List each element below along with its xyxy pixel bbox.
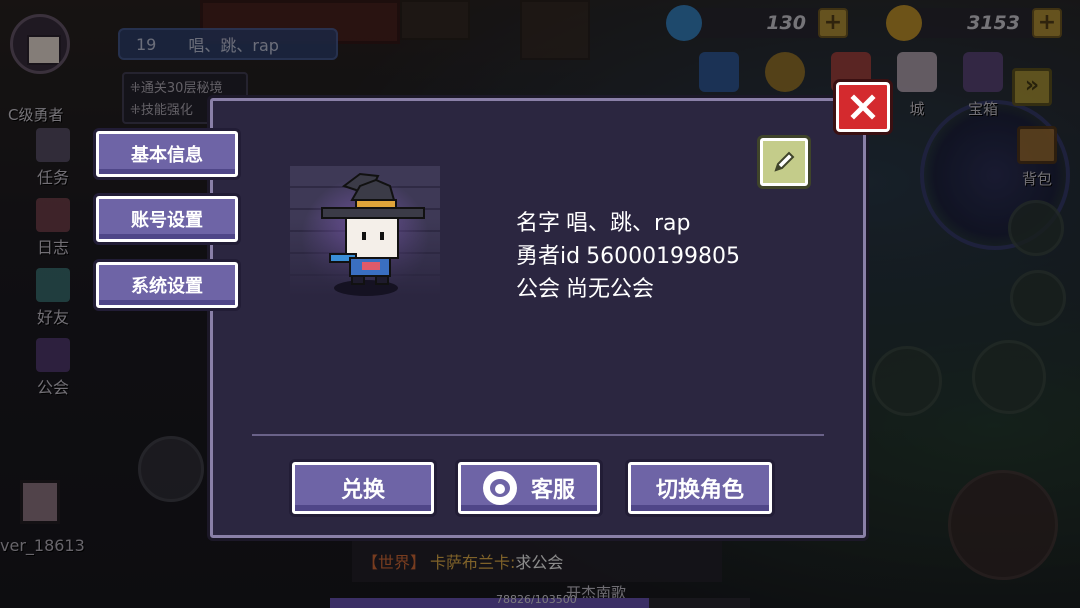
pencil-icon <box>774 151 795 172</box>
id-value: 56000199805 <box>586 244 741 269</box>
dialog-divider <box>252 434 824 436</box>
name-label: 名字 <box>516 211 561 236</box>
guild-label: 公会 <box>516 277 561 302</box>
tab-account-settings[interactable]: 账号设置 <box>96 196 238 242</box>
name-value: 唱、跳、rap <box>566 211 691 236</box>
wizard-character-icon <box>321 172 425 296</box>
customer-service-label: 客服 <box>530 478 575 503</box>
redeem-button[interactable]: 兑换 <box>292 462 434 514</box>
switch-role-label: 切换角色 <box>655 478 744 503</box>
tab-basic-info[interactable]: 基本信息 <box>96 131 238 177</box>
switch-role-button[interactable]: 切换角色 <box>628 462 772 514</box>
headset-icon <box>482 471 517 505</box>
guild-value: 尚无公会 <box>566 277 655 302</box>
guild-row: 公会 尚无公会 <box>516 273 740 306</box>
close-icon <box>850 94 876 120</box>
id-label: 勇者id <box>516 244 581 269</box>
redeem-label: 兑换 <box>340 478 385 503</box>
name-row: 名字 唱、跳、rap <box>516 207 740 240</box>
edit-name-button[interactable] <box>760 138 808 186</box>
id-row: 勇者id 56000199805 <box>516 240 740 273</box>
customer-service-button[interactable]: 客服 <box>458 462 600 514</box>
close-button[interactable] <box>836 82 890 132</box>
profile-info: 名字 唱、跳、rap 勇者id 56000199805 公会 尚无公会 <box>516 207 740 306</box>
tab-system-settings[interactable]: 系统设置 <box>96 262 238 308</box>
character-portrait <box>290 166 440 296</box>
